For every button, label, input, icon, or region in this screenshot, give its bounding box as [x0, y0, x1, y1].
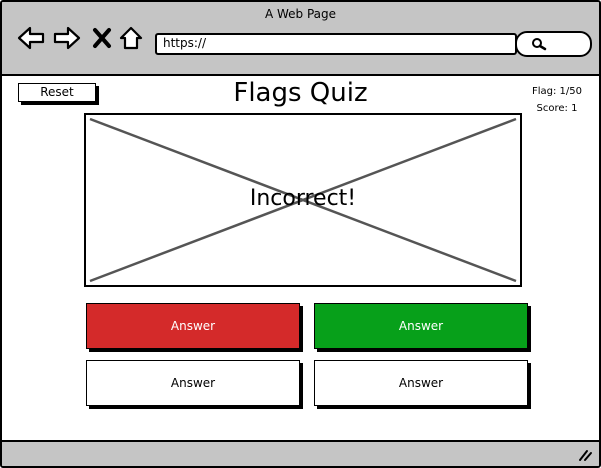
browser-toolbar: A Web Page https:// [2, 2, 599, 76]
result-message: Incorrect! [249, 186, 357, 211]
window-title: A Web Page [264, 7, 337, 21]
score-counter: Score: 1 [536, 103, 578, 114]
answer-button[interactable]: Answer [86, 360, 300, 406]
resize-grip-icon[interactable] [577, 448, 593, 462]
search-icon [532, 38, 547, 51]
answer-button-correct[interactable]: Answer [314, 303, 528, 349]
url-text: https:// [163, 36, 207, 50]
search-box[interactable] [515, 31, 592, 57]
page-title: Flags Quiz [233, 78, 368, 108]
forward-arrow-icon[interactable] [52, 24, 82, 52]
close-x-icon[interactable] [89, 24, 115, 52]
back-arrow-icon[interactable] [16, 24, 46, 52]
browser-window: A Web Page https:// Reset Flags Quiz Fla… [0, 0, 601, 468]
answer-button[interactable]: Answer [314, 360, 528, 406]
url-bar[interactable]: https:// [155, 33, 517, 55]
flag-image-placeholder: Incorrect! [84, 113, 522, 287]
answer-button-incorrect[interactable]: Answer [86, 303, 300, 349]
flag-counter: Flag: 1/50 [531, 86, 582, 97]
status-bar [2, 440, 599, 466]
home-icon[interactable] [118, 24, 144, 52]
